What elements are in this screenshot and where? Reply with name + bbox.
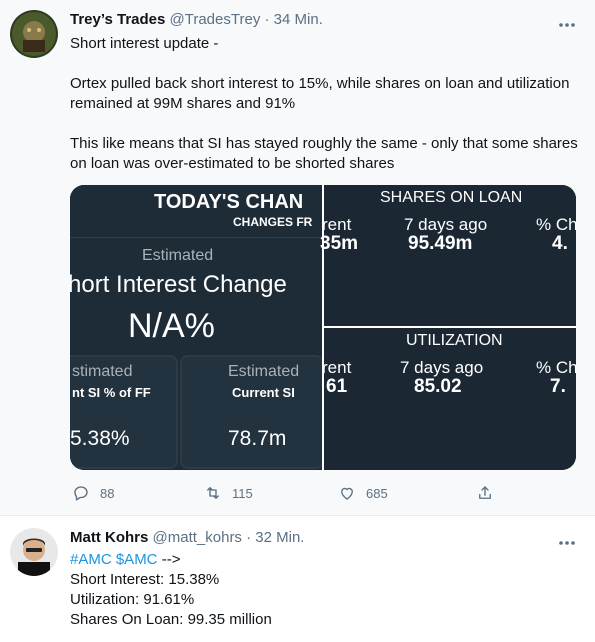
separator: ·	[264, 11, 270, 28]
tweet-text: Short interest update - Ortex pulled bac…	[70, 34, 580, 174]
col-label: 7 days ago	[404, 215, 488, 234]
tweet-card[interactable]: Matt Kohrs @matt_kohrs · 32 Min. #AMC $A…	[0, 516, 595, 642]
like-button[interactable]: 685	[338, 484, 388, 502]
card-estimated: stimated	[72, 363, 133, 380]
col-label: rent	[322, 358, 352, 377]
col-value: 61	[326, 376, 348, 397]
card-label: Current SI	[232, 385, 295, 400]
retweet-count: 115	[232, 485, 253, 501]
panel-title: UTILIZATION	[406, 332, 503, 349]
estimated-label: Estimated	[142, 247, 214, 264]
tweet-line: Ortex pulled back short interest to 15%,…	[70, 75, 570, 112]
hashtag-links[interactable]: #AMC $AMC	[70, 551, 158, 568]
col-label: % Ch	[536, 215, 576, 234]
tweet-header: Matt Kohrs @matt_kohrs · 32 Min.	[70, 528, 304, 548]
card-value: 5.38%	[70, 427, 130, 450]
tweet-image[interactable]: TODAY'S CHAN CHANGES FR Estimated hort I…	[70, 185, 576, 470]
panel-subtitle: CHANGES FR	[233, 215, 313, 229]
card-value: 78.7m	[228, 427, 287, 450]
retweet-button[interactable]: 115	[204, 484, 253, 502]
col-label: % Ch	[536, 358, 576, 377]
share-button[interactable]	[476, 484, 494, 502]
separator: ·	[246, 529, 252, 546]
tweet-line: Short Interest: 15.38%	[70, 571, 220, 588]
col-value: 85.02	[414, 376, 462, 397]
col-value: 7.	[550, 376, 566, 397]
author-name[interactable]: Trey’s Trades	[70, 11, 165, 28]
tweet-line: This like means that SI has stayed rough…	[70, 135, 578, 172]
reply-count: 88	[100, 485, 115, 501]
share-icon	[479, 486, 491, 499]
col-value: 95.49m	[408, 233, 473, 254]
tweet-header: Trey’s Trades @TradesTrey · 34 Min.	[70, 10, 323, 30]
tweet-card[interactable]: Trey’s Trades @TradesTrey · 34 Min. Shor…	[0, 0, 595, 516]
like-icon	[341, 487, 353, 500]
short-interest-panel: TODAY'S CHAN CHANGES FR Estimated hort I…	[70, 185, 324, 470]
avatar[interactable]	[10, 528, 58, 576]
panel-title: SHARES ON LOAN	[380, 189, 523, 206]
retweet-icon	[207, 487, 219, 499]
tweet-line: Utilization: 91.61%	[70, 591, 195, 608]
tweet-line: Shares On Loan: 99.35 million	[70, 611, 272, 628]
metric-label: hort Interest Change	[70, 271, 287, 298]
metric-value: N/A%	[128, 307, 215, 345]
more-icon[interactable]	[558, 17, 576, 28]
utilization-panel: UTILIZATION rent 61 7 days ago 85.02 % C…	[322, 328, 576, 470]
col-value: 35m	[320, 233, 359, 254]
author-handle[interactable]: @TradesTrey	[170, 11, 261, 28]
panel-title: TODAY'S CHAN	[154, 191, 304, 213]
divider	[70, 237, 322, 238]
col-label: rent	[322, 215, 352, 234]
tweet-time[interactable]: 34 Min.	[274, 11, 323, 28]
author-handle[interactable]: @matt_kohrs	[153, 529, 242, 546]
tweet-line: Short interest update -	[70, 35, 219, 52]
si-ff-card: stimated nt SI % of FF 5.38%	[70, 355, 178, 469]
avatar[interactable]	[10, 10, 58, 58]
more-icon[interactable]	[558, 535, 576, 546]
tweet-actions: 88 115 685	[70, 484, 510, 504]
shares-on-loan-panel: SHARES ON LOAN rent 35m 7 days ago 95.49…	[320, 185, 576, 326]
reply-button[interactable]: 88	[72, 484, 114, 502]
tweet-text: #AMC $AMC --> Short Interest: 15.38% Uti…	[70, 550, 580, 630]
current-si-card: Estimated Current SI 78.7m	[180, 355, 324, 469]
author-name[interactable]: Matt Kohrs	[70, 529, 148, 546]
arrow-text: -->	[157, 551, 181, 568]
col-label: 7 days ago	[400, 358, 484, 377]
card-label: nt SI % of FF	[72, 385, 151, 400]
reply-icon	[74, 486, 88, 501]
tweet-time[interactable]: 32 Min.	[255, 529, 304, 546]
like-count: 685	[366, 485, 388, 501]
col-value: 4.	[552, 233, 568, 254]
tweet-line-blank	[70, 114, 580, 134]
card-estimated: Estimated	[228, 363, 300, 380]
tweet-line-blank	[70, 54, 580, 74]
